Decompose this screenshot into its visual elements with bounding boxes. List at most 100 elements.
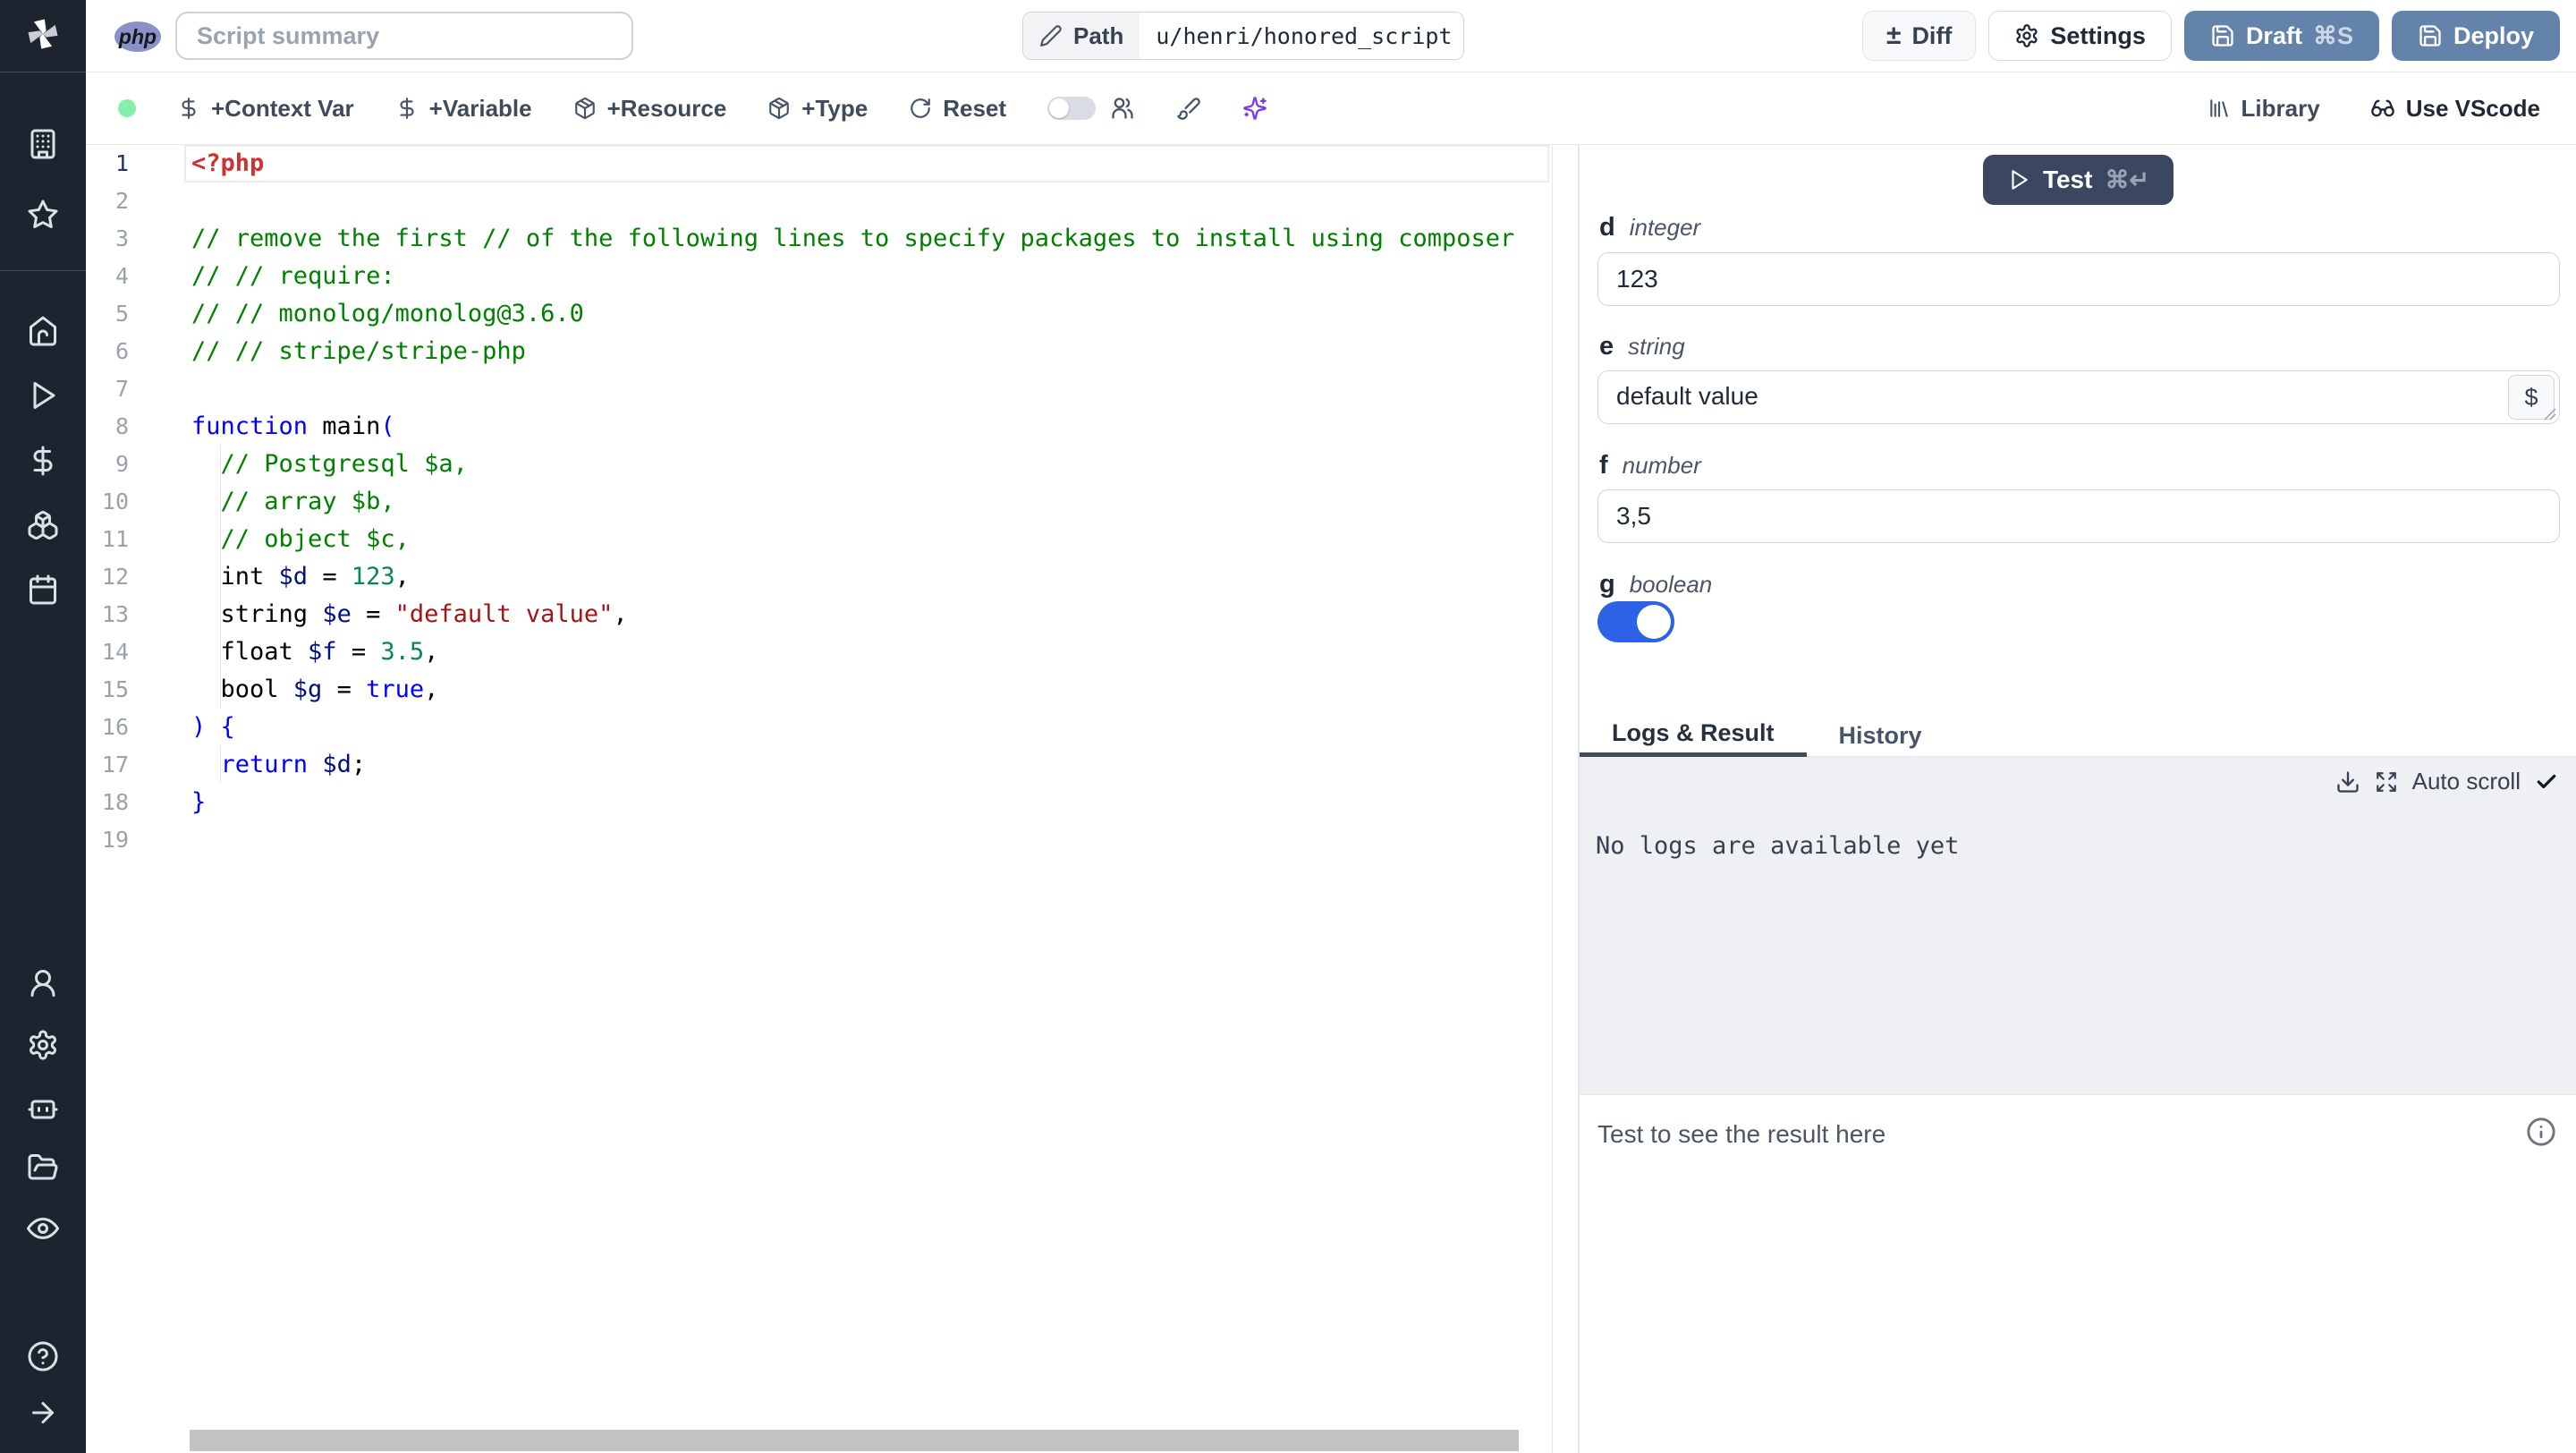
code-line[interactable]: int $d = 123, bbox=[191, 558, 1552, 596]
code-line[interactable]: // array $b, bbox=[191, 483, 1552, 521]
expand-logs-icon[interactable] bbox=[2375, 770, 2398, 794]
code-line[interactable]: function main( bbox=[191, 408, 1552, 446]
tab-logs-and-result[interactable]: Logs & Result bbox=[1580, 714, 1807, 757]
path-label-section: Path bbox=[1023, 13, 1140, 59]
sidebar-item-user[interactable] bbox=[21, 962, 64, 1005]
add-context-var-label: +Context Var bbox=[211, 94, 354, 122]
sidebar-item-workspace[interactable] bbox=[21, 123, 64, 166]
add-type-button[interactable]: +Type bbox=[767, 95, 868, 123]
tab-history[interactable]: History bbox=[1807, 714, 1954, 757]
path-field[interactable]: Path u/henri/honored_script bbox=[1022, 12, 1464, 60]
code-line[interactable]: // object $c, bbox=[191, 521, 1552, 558]
add-variable-button[interactable]: +Variable bbox=[395, 95, 532, 123]
code-line[interactable]: bool $g = true, bbox=[191, 671, 1552, 709]
add-resource-button[interactable]: +Resource bbox=[573, 94, 727, 123]
code-line[interactable]: // // require: bbox=[191, 258, 1552, 295]
sidebar-item-settings[interactable] bbox=[21, 1024, 64, 1066]
diff-button-label: Diff bbox=[1911, 21, 1953, 49]
sidebar-item-variables[interactable] bbox=[21, 439, 64, 482]
field-input-d[interactable] bbox=[1597, 252, 2560, 306]
users-icon bbox=[1110, 96, 1135, 121]
code-line[interactable]: } bbox=[191, 784, 1552, 821]
field-name: f bbox=[1599, 451, 1608, 480]
script-summary-input[interactable] bbox=[175, 12, 633, 60]
sidebar-item-schedules[interactable] bbox=[21, 568, 64, 611]
diff-button[interactable]: ± Diff bbox=[1861, 11, 1977, 61]
download-logs-icon[interactable] bbox=[2335, 769, 2360, 794]
format-code-button[interactable] bbox=[1176, 96, 1201, 121]
field-label-d: d integer bbox=[1599, 213, 1700, 242]
resize-handle-icon[interactable] bbox=[2543, 407, 2557, 421]
field-label-e: e string bbox=[1599, 332, 1685, 361]
code-line[interactable]: ) { bbox=[191, 709, 1552, 746]
sidebar-item-runs[interactable] bbox=[21, 374, 64, 417]
sidebar-item-favorites[interactable] bbox=[21, 193, 64, 236]
code-line[interactable] bbox=[191, 370, 1552, 408]
language-badge-php: php bbox=[114, 21, 161, 52]
library-button[interactable]: Library bbox=[2207, 95, 2320, 123]
field-name: e bbox=[1599, 332, 1614, 361]
sidebar-item-folders[interactable] bbox=[21, 1146, 64, 1189]
deploy-button[interactable]: Deploy bbox=[2391, 11, 2560, 61]
test-button-label: Test bbox=[2042, 166, 2093, 193]
use-vscode-label: Use VScode bbox=[2405, 94, 2540, 122]
sidebar-item-help[interactable] bbox=[21, 1335, 64, 1378]
editor-code[interactable]: <?php // remove the first // of the follo… bbox=[86, 145, 1552, 859]
field-name: d bbox=[1599, 213, 1615, 242]
code-line[interactable]: <?php bbox=[191, 145, 1552, 183]
code-line[interactable] bbox=[191, 821, 1552, 859]
deploy-button-label: Deploy bbox=[2453, 21, 2534, 49]
add-context-var-button[interactable]: +Context Var bbox=[177, 95, 354, 123]
auto-scroll-checkbox[interactable] bbox=[2535, 770, 2558, 794]
windmill-logo-icon[interactable] bbox=[21, 13, 64, 55]
test-shortcut: ⌘↵ bbox=[2105, 166, 2150, 193]
use-vscode-button[interactable]: Use VScode bbox=[2370, 95, 2540, 123]
info-icon[interactable] bbox=[2526, 1117, 2556, 1147]
ai-sparkles-button[interactable] bbox=[1242, 96, 1267, 121]
field-input-e[interactable]: default value bbox=[1597, 370, 2560, 424]
sidebar-divider bbox=[0, 270, 86, 271]
code-line[interactable]: // remove the first // of the following … bbox=[191, 220, 1552, 258]
auto-scroll-label: Auto scroll bbox=[2411, 768, 2521, 794]
plus-minus-icon: ± bbox=[1885, 21, 1902, 50]
boolean-toggle-on[interactable] bbox=[1597, 601, 1674, 642]
field-name: g bbox=[1599, 570, 1615, 599]
code-line[interactable]: // Postgresql $a, bbox=[191, 446, 1552, 483]
code-line[interactable]: return $d; bbox=[191, 746, 1552, 784]
code-line[interactable] bbox=[191, 183, 1552, 220]
settings-button[interactable]: Settings bbox=[1988, 11, 2172, 61]
logs-area: Auto scroll No logs are available yet bbox=[1580, 757, 2576, 1094]
code-editor[interactable]: 1 2 3 4 5 6 7 8 9 10 11 12 13 14 15 16 17 18 19 <?php// re… bbox=[86, 145, 1553, 1453]
field-type: number bbox=[1622, 452, 1701, 479]
sidebar-item-workers[interactable] bbox=[21, 1085, 64, 1128]
sidebar-item-audit-logs[interactable] bbox=[21, 1207, 64, 1250]
field-label-g: g boolean bbox=[1599, 570, 1712, 599]
result-tabs: Logs & Result History bbox=[1580, 714, 2576, 757]
result-area: Test to see the result here bbox=[1580, 1094, 2576, 1453]
path-value[interactable]: u/henri/honored_script bbox=[1140, 13, 1463, 59]
path-label: Path bbox=[1073, 21, 1124, 49]
topbar-actions: ± Diff Settings Draft ⌘S Deploy bbox=[1861, 11, 2560, 61]
reset-button[interactable]: Reset bbox=[909, 95, 1006, 123]
sidebar-item-resources[interactable] bbox=[21, 504, 64, 547]
code-line[interactable]: // // stripe/stripe-php bbox=[191, 333, 1552, 370]
draft-button[interactable]: Draft ⌘S bbox=[2183, 11, 2379, 61]
field-input-f[interactable] bbox=[1597, 489, 2560, 543]
field-label-f: f number bbox=[1599, 451, 1701, 480]
test-button[interactable]: Test ⌘↵ bbox=[1983, 155, 2174, 205]
toggle-knob bbox=[1637, 605, 1671, 639]
sidebar-item-home[interactable] bbox=[21, 310, 64, 353]
code-line[interactable]: float $f = 3.5, bbox=[191, 633, 1552, 671]
toolbar-right: Library Use VScode bbox=[2207, 72, 2540, 144]
windmill-script-editor: php Path u/henri/honored_script ± Diff S… bbox=[0, 0, 2576, 1453]
sidebar-expand-button[interactable] bbox=[21, 1391, 64, 1434]
add-resource-label: +Resource bbox=[606, 94, 727, 122]
draft-shortcut: ⌘S bbox=[2312, 21, 2353, 49]
multiplayer-toggle[interactable] bbox=[1047, 97, 1097, 120]
field-type: boolean bbox=[1629, 571, 1713, 598]
test-panel: Test ⌘↵ d integer e string default value… bbox=[1580, 145, 2576, 1453]
code-line[interactable]: string $e = "default value", bbox=[191, 596, 1552, 633]
no-logs-message: No logs are available yet bbox=[1596, 832, 1960, 860]
horizontal-scrollbar[interactable] bbox=[190, 1430, 1519, 1451]
code-line[interactable]: // // monolog/monolog@3.6.0 bbox=[191, 295, 1552, 333]
